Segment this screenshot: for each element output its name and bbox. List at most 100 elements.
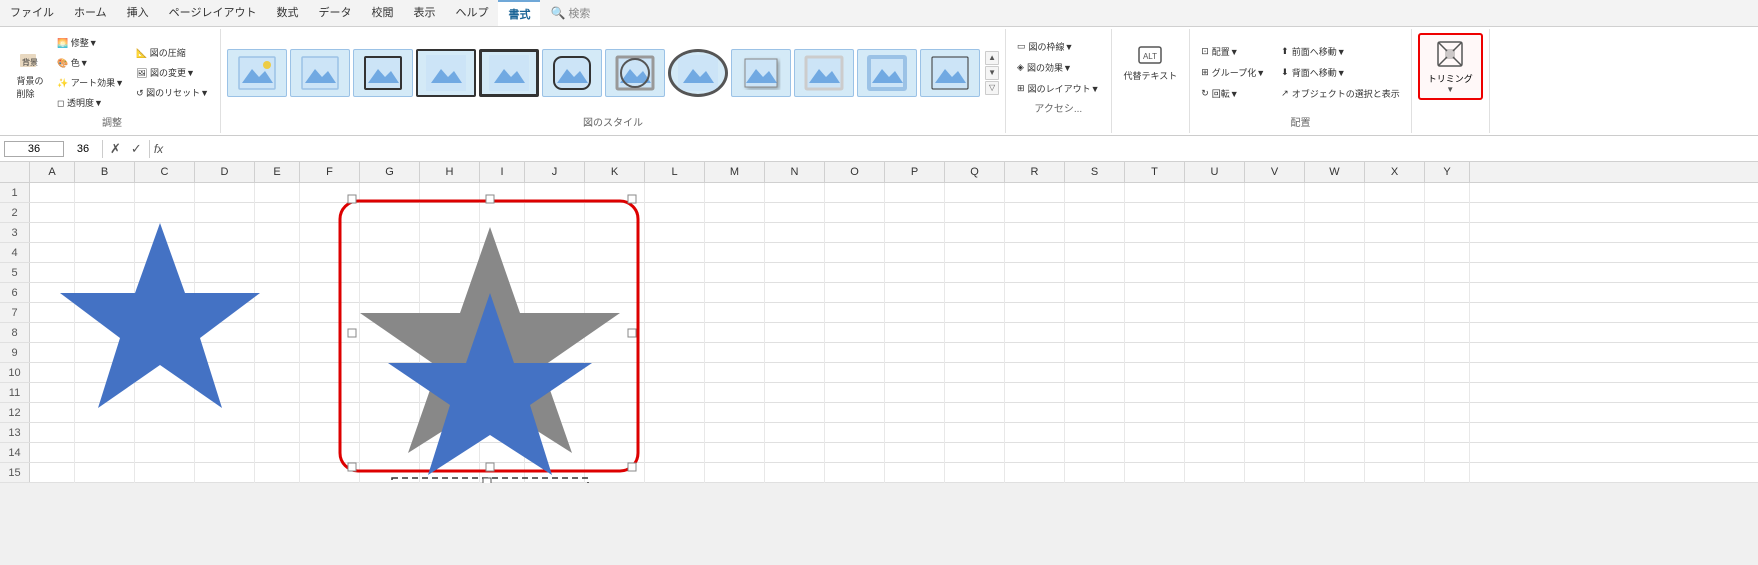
cell-H15[interactable] bbox=[420, 463, 480, 483]
cell-Q6[interactable] bbox=[945, 283, 1005, 303]
cell-D1[interactable] bbox=[195, 183, 255, 203]
cell-P9[interactable] bbox=[885, 343, 945, 363]
cell-G2[interactable] bbox=[360, 203, 420, 223]
cell-K3[interactable] bbox=[585, 223, 645, 243]
cell-L5[interactable] bbox=[645, 263, 705, 283]
cell-G8[interactable] bbox=[360, 323, 420, 343]
cell-J1[interactable] bbox=[525, 183, 585, 203]
cell-D6[interactable] bbox=[195, 283, 255, 303]
group-button[interactable]: ⊞ グループ化▼ bbox=[1196, 63, 1270, 82]
cell-F6[interactable] bbox=[300, 283, 360, 303]
cell-I3[interactable] bbox=[480, 223, 525, 243]
col-header-a[interactable]: A bbox=[30, 162, 75, 182]
cell-T12[interactable] bbox=[1125, 403, 1185, 423]
cell-W11[interactable] bbox=[1305, 383, 1365, 403]
cell-J11[interactable] bbox=[525, 383, 585, 403]
cell-V15[interactable] bbox=[1245, 463, 1305, 483]
cell-L14[interactable] bbox=[645, 443, 705, 463]
cell-X4[interactable] bbox=[1365, 243, 1425, 263]
col-header-h[interactable]: H bbox=[420, 162, 480, 182]
col-header-n[interactable]: N bbox=[765, 162, 825, 182]
cell-K2[interactable] bbox=[585, 203, 645, 223]
cell-U12[interactable] bbox=[1185, 403, 1245, 423]
cell-Y4[interactable] bbox=[1425, 243, 1470, 263]
cell-H4[interactable] bbox=[420, 243, 480, 263]
cell-W7[interactable] bbox=[1305, 303, 1365, 323]
cell-E11[interactable] bbox=[255, 383, 300, 403]
cell-N9[interactable] bbox=[765, 343, 825, 363]
cell-O10[interactable] bbox=[825, 363, 885, 383]
cell-B1[interactable] bbox=[75, 183, 135, 203]
cell-R2[interactable] bbox=[1005, 203, 1065, 223]
cell-H13[interactable] bbox=[420, 423, 480, 443]
cell-X1[interactable] bbox=[1365, 183, 1425, 203]
cell-O1[interactable] bbox=[825, 183, 885, 203]
cell-P3[interactable] bbox=[885, 223, 945, 243]
cell-P11[interactable] bbox=[885, 383, 945, 403]
cell-O12[interactable] bbox=[825, 403, 885, 423]
cell-E5[interactable] bbox=[255, 263, 300, 283]
cell-C14[interactable] bbox=[135, 443, 195, 463]
cell-Y9[interactable] bbox=[1425, 343, 1470, 363]
cell-L15[interactable] bbox=[645, 463, 705, 483]
cell-P2[interactable] bbox=[885, 203, 945, 223]
color-button[interactable]: 🎨 色▼ bbox=[52, 53, 129, 72]
cell-T9[interactable] bbox=[1125, 343, 1185, 363]
cell-T1[interactable] bbox=[1125, 183, 1185, 203]
cell-S1[interactable] bbox=[1065, 183, 1125, 203]
cell-Q3[interactable] bbox=[945, 223, 1005, 243]
compress-button[interactable]: 📐 図の圧縮 bbox=[131, 43, 214, 62]
cell-C9[interactable] bbox=[135, 343, 195, 363]
tab-file[interactable]: ファイル bbox=[0, 0, 64, 26]
cell-H5[interactable] bbox=[420, 263, 480, 283]
cell-X3[interactable] bbox=[1365, 223, 1425, 243]
cell-J7[interactable] bbox=[525, 303, 585, 323]
cell-F8[interactable] bbox=[300, 323, 360, 343]
cell-W9[interactable] bbox=[1305, 343, 1365, 363]
cell-Y1[interactable] bbox=[1425, 183, 1470, 203]
cell-P1[interactable] bbox=[885, 183, 945, 203]
cell-X6[interactable] bbox=[1365, 283, 1425, 303]
cell-R7[interactable] bbox=[1005, 303, 1065, 323]
cell-N6[interactable] bbox=[765, 283, 825, 303]
cell-U7[interactable] bbox=[1185, 303, 1245, 323]
cell-I13[interactable] bbox=[480, 423, 525, 443]
cell-G15[interactable] bbox=[360, 463, 420, 483]
cell-H8[interactable] bbox=[420, 323, 480, 343]
cell-S9[interactable] bbox=[1065, 343, 1125, 363]
cell-R13[interactable] bbox=[1005, 423, 1065, 443]
cell-X12[interactable] bbox=[1365, 403, 1425, 423]
art-effect-button[interactable]: ✨ アート効果▼ bbox=[52, 73, 129, 92]
cell-G10[interactable] bbox=[360, 363, 420, 383]
cell-L9[interactable] bbox=[645, 343, 705, 363]
cell-D5[interactable] bbox=[195, 263, 255, 283]
cell-D3[interactable] bbox=[195, 223, 255, 243]
cell-Y14[interactable] bbox=[1425, 443, 1470, 463]
cell-I9[interactable] bbox=[480, 343, 525, 363]
cell-U4[interactable] bbox=[1185, 243, 1245, 263]
cell-C6[interactable] bbox=[135, 283, 195, 303]
cell-R1[interactable] bbox=[1005, 183, 1065, 203]
select-button[interactable]: ↗ オブジェクトの選択と表示 bbox=[1276, 84, 1405, 103]
cell-W4[interactable] bbox=[1305, 243, 1365, 263]
cell-X8[interactable] bbox=[1365, 323, 1425, 343]
cell-O2[interactable] bbox=[825, 203, 885, 223]
cell-I14[interactable] bbox=[480, 443, 525, 463]
cell-B2[interactable] bbox=[75, 203, 135, 223]
cell-K4[interactable] bbox=[585, 243, 645, 263]
cell-P4[interactable] bbox=[885, 243, 945, 263]
cell-R3[interactable] bbox=[1005, 223, 1065, 243]
cell-K7[interactable] bbox=[585, 303, 645, 323]
cell-L7[interactable] bbox=[645, 303, 705, 323]
col-header-p[interactable]: P bbox=[885, 162, 945, 182]
cell-H2[interactable] bbox=[420, 203, 480, 223]
cell-Q15[interactable] bbox=[945, 463, 1005, 483]
cell-W15[interactable] bbox=[1305, 463, 1365, 483]
cell-T11[interactable] bbox=[1125, 383, 1185, 403]
cell-Q12[interactable] bbox=[945, 403, 1005, 423]
cell-L8[interactable] bbox=[645, 323, 705, 343]
cell-S4[interactable] bbox=[1065, 243, 1125, 263]
cell-H14[interactable] bbox=[420, 443, 480, 463]
cell-A11[interactable] bbox=[30, 383, 75, 403]
cell-Y2[interactable] bbox=[1425, 203, 1470, 223]
